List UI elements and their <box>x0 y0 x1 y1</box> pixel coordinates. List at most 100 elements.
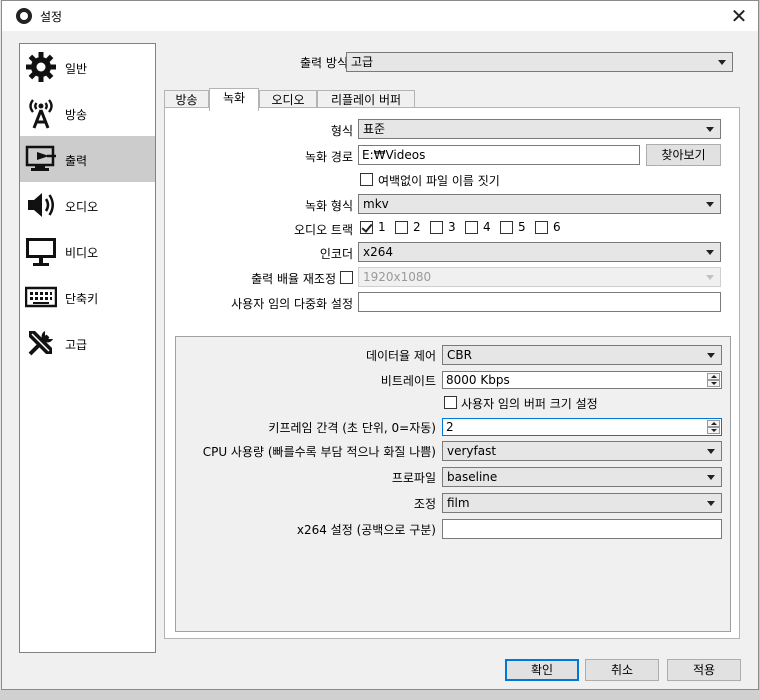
background-window-bottom <box>0 690 760 700</box>
sidebar-item-general[interactable]: 일반 <box>20 44 155 90</box>
sidebar-item-stream[interactable]: 방송 <box>20 90 155 136</box>
tune-label: 조정 <box>413 497 436 511</box>
output-mode-value: 고급 <box>351 55 374 69</box>
sidebar-item-label: 단축키 <box>65 292 99 306</box>
rescale-label: 출력 배율 재조정 <box>251 272 336 286</box>
sidebar-item-video[interactable]: 비디오 <box>20 228 155 274</box>
recording-path-label: 녹화 경로 <box>305 150 353 164</box>
tools-icon <box>28 331 53 356</box>
audio-track-3-checkbox[interactable] <box>430 221 443 234</box>
rate-control-value: CBR <box>447 348 472 362</box>
sidebar-item-label: 고급 <box>65 338 88 352</box>
apply-button[interactable]: 적용 <box>667 659 741 681</box>
type-label: 형식 <box>330 124 353 138</box>
browse-button[interactable]: 찾아보기 <box>646 144 721 166</box>
sidebar-item-output[interactable]: 출력 <box>20 136 155 182</box>
broadcast-icon <box>29 99 53 129</box>
spin-up-icon[interactable] <box>707 373 720 380</box>
chevron-down-icon <box>718 60 726 65</box>
sidebar-item-label: 일반 <box>65 62 88 76</box>
audio-track-4-checkbox[interactable] <box>465 221 478 234</box>
audio-track-2-label: 2 <box>413 220 421 234</box>
bitrate-spinbox[interactable]: 8000 Kbps <box>442 371 722 389</box>
chevron-down-icon <box>707 475 715 480</box>
encoder-select[interactable]: x264 <box>358 242 721 262</box>
encoder-label: 인코더 <box>319 247 353 261</box>
audio-track-3-label: 3 <box>448 220 456 234</box>
tab-recording[interactable]: 녹화 <box>209 88 259 111</box>
type-select[interactable]: 표준 <box>358 119 721 139</box>
custom-buffer-checkbox[interactable] <box>444 396 457 409</box>
encoder-value: x264 <box>363 245 394 259</box>
rescale-value: 1920x1080 <box>363 270 432 284</box>
settings-dialog: 설정 ✕ 일반 방송 출력 오디오 비디오 단축키 고급 출력 방식 고급 방송… <box>1 0 759 690</box>
muxer-settings-label: 사용자 임의 다중화 설정 <box>231 297 353 311</box>
rate-control-label: 데이터율 제어 <box>365 349 436 363</box>
muxer-settings-field[interactable] <box>358 292 721 312</box>
cpu-usage-select[interactable]: veryfast <box>442 441 722 461</box>
audio-track-6-label: 6 <box>553 220 561 234</box>
sidebar-item-hotkeys[interactable]: 단축키 <box>20 274 155 320</box>
cpu-usage-value: veryfast <box>447 444 497 458</box>
audio-track-4-label: 4 <box>483 220 491 234</box>
settings-sidebar: 일반 방송 출력 오디오 비디오 단축키 고급 <box>19 43 156 653</box>
keyframe-interval-label: 키프레임 간격 (초 단위, 0=자동) <box>268 421 436 435</box>
no-space-filename-checkbox[interactable] <box>360 173 373 186</box>
keyframe-interval-value: 2 <box>446 420 454 434</box>
cpu-usage-label: CPU 사용량 (빠를수록 부담 적으나 화질 나쁨) <box>202 445 436 459</box>
sidebar-item-advanced[interactable]: 고급 <box>20 320 155 366</box>
chevron-down-icon <box>706 127 714 132</box>
window-title: 설정 <box>40 10 63 24</box>
encoder-settings-group: 데이터율 제어 CBR 비트레이트 8000 Kbps 사용자 임의 버퍼 크기… <box>175 336 731 632</box>
bitrate-label: 비트레이트 <box>380 374 436 388</box>
chevron-down-icon <box>706 250 714 255</box>
settings-content: 출력 방식 고급 방송 녹화 오디오 리플레이 버퍼 형식 표준 녹화 경로 E… <box>162 43 748 653</box>
chevron-down-icon <box>706 202 714 207</box>
chevron-down-icon <box>707 353 715 358</box>
speaker-icon <box>28 193 54 217</box>
sidebar-item-label: 비디오 <box>65 246 99 260</box>
recording-format-select[interactable]: mkv <box>358 194 721 214</box>
no-space-filename-label: 여백없이 파일 이름 짓기 <box>378 174 500 188</box>
sidebar-item-audio[interactable]: 오디오 <box>20 182 155 228</box>
recording-panel: 형식 표준 녹화 경로 E:₩Videos 찾아보기 여백없이 파일 이름 짓기… <box>164 107 740 639</box>
rescale-checkbox[interactable] <box>340 271 353 284</box>
profile-label: 프로파일 <box>391 471 436 485</box>
chevron-down-icon <box>707 501 715 506</box>
audio-track-2-checkbox[interactable] <box>395 221 408 234</box>
rate-control-select[interactable]: CBR <box>442 345 722 365</box>
keyframe-interval-spinbox[interactable]: 2 <box>442 418 722 436</box>
sidebar-item-label: 오디오 <box>65 200 99 214</box>
spin-down-icon[interactable] <box>707 380 720 387</box>
recording-format-label: 녹화 형식 <box>305 199 353 213</box>
title-bar: 설정 ✕ <box>2 1 758 31</box>
x264-options-label: x264 설정 (공백으로 구분) <box>296 523 436 537</box>
close-button[interactable]: ✕ <box>726 3 752 29</box>
spin-up-icon[interactable] <box>707 420 720 427</box>
bitrate-value: 8000 Kbps <box>446 373 510 387</box>
audio-track-label: 오디오 트랙 <box>293 223 353 237</box>
rescale-select[interactable]: 1920x1080 <box>358 267 721 287</box>
recording-path-field[interactable]: E:₩Videos <box>358 145 640 165</box>
type-value: 표준 <box>363 122 386 136</box>
profile-select[interactable]: baseline <box>442 467 722 487</box>
output-mode-select[interactable]: 고급 <box>346 52 733 72</box>
audio-track-1-label: 1 <box>378 220 386 234</box>
ok-button[interactable]: 확인 <box>505 659 579 681</box>
tune-select[interactable]: film <box>442 493 722 513</box>
tune-value: film <box>447 496 470 510</box>
audio-track-6-checkbox[interactable] <box>535 221 548 234</box>
x264-options-field[interactable] <box>442 519 722 539</box>
chevron-down-icon <box>707 449 715 454</box>
gear-icon <box>26 52 56 82</box>
audio-track-1-checkbox[interactable] <box>360 221 373 234</box>
spin-down-icon[interactable] <box>707 427 720 434</box>
audio-track-5-checkbox[interactable] <box>500 221 513 234</box>
output-mode-label: 출력 방식 <box>300 56 348 70</box>
obs-logo-icon <box>16 8 32 24</box>
sidebar-item-label: 출력 <box>65 154 88 168</box>
cancel-button[interactable]: 취소 <box>585 659 659 681</box>
audio-track-5-label: 5 <box>518 220 526 234</box>
profile-value: baseline <box>447 470 498 484</box>
custom-buffer-label: 사용자 임의 버퍼 크기 설정 <box>461 397 598 411</box>
